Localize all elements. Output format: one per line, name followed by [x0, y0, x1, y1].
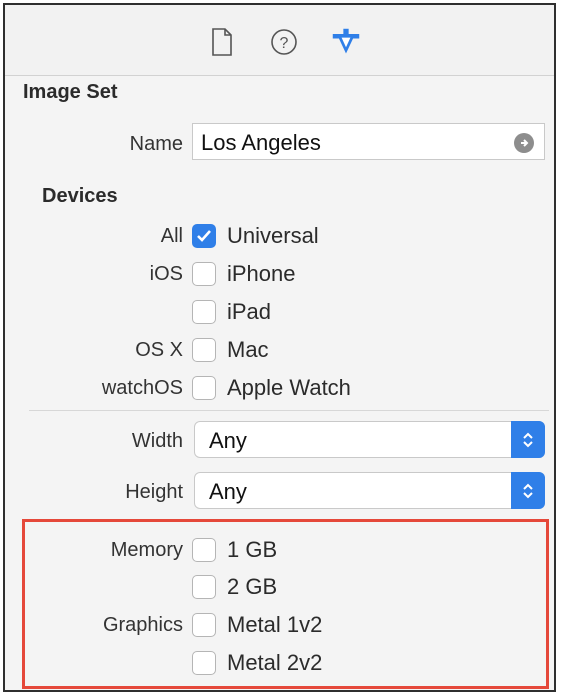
mac-checkbox[interactable]	[192, 338, 216, 362]
device-label-ios: iOS	[149, 263, 183, 285]
mac-option[interactable]: Mac	[227, 337, 269, 363]
universal-option[interactable]: Universal	[227, 223, 319, 249]
height-select[interactable]: Any	[194, 472, 545, 509]
ipad-option[interactable]: iPad	[227, 299, 271, 325]
inspector-toolbar: ?	[5, 5, 554, 76]
apple-watch-option[interactable]: Apple Watch	[227, 375, 351, 401]
apple-watch-checkbox[interactable]	[192, 376, 216, 400]
iphone-option[interactable]: iPhone	[227, 261, 296, 287]
device-label-all: All	[160, 225, 183, 247]
arrow-right-icon[interactable]	[514, 133, 534, 153]
device-label-watchos: watchOS	[101, 377, 183, 399]
height-value: Any	[209, 479, 247, 504]
highlight-box	[22, 519, 549, 689]
width-select[interactable]: Any	[194, 421, 545, 458]
height-label: Height	[125, 481, 183, 503]
width-label: Width	[131, 430, 183, 452]
ipad-checkbox[interactable]	[192, 300, 216, 324]
name-value: Los Angeles	[201, 130, 321, 155]
svg-text:?: ?	[280, 35, 289, 52]
devices-title: Devices	[42, 185, 118, 207]
name-label: Name	[129, 133, 183, 155]
chevron-up-down-icon[interactable]	[511, 421, 545, 458]
width-value: Any	[209, 428, 247, 453]
file-inspector-icon[interactable]	[207, 25, 237, 59]
attributes-inspector-icon[interactable]	[331, 25, 361, 59]
section-divider	[29, 410, 549, 411]
quick-help-icon[interactable]: ?	[269, 25, 299, 59]
device-label-osx: OS X	[135, 339, 183, 361]
image-set-title: Image Set	[23, 81, 118, 103]
checkmark-icon	[197, 230, 211, 242]
name-field[interactable]: Los Angeles	[192, 123, 545, 160]
iphone-checkbox[interactable]	[192, 262, 216, 286]
universal-checkbox[interactable]	[192, 224, 216, 248]
inspector-panel: ? Image Set Name Los Angeles Devices All…	[3, 3, 556, 692]
chevron-up-down-icon[interactable]	[511, 472, 545, 509]
